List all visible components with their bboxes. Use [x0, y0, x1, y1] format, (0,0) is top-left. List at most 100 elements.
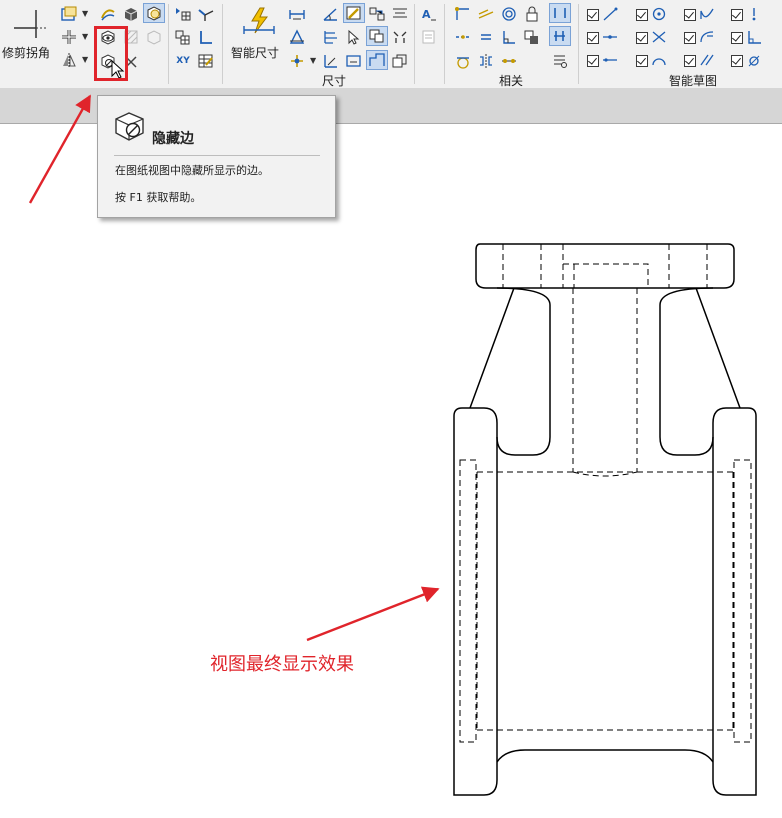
checkbox-checked[interactable]	[731, 9, 743, 21]
coordinate-button[interactable]: XY	[172, 51, 194, 71]
table-button[interactable]	[195, 51, 217, 71]
trim-corner-button[interactable]: 修剪拐角	[2, 2, 54, 62]
center-point-icon	[652, 7, 666, 21]
relation-options-button[interactable]	[549, 51, 571, 71]
dropdown-arrow-icon[interactable]: ▼	[82, 9, 88, 18]
table-pencil-icon	[198, 54, 213, 68]
relation-handle-button[interactable]	[549, 3, 571, 23]
grid-view-icon	[176, 8, 191, 21]
checkbox-checked[interactable]	[636, 32, 648, 44]
dropdown-arrow-icon[interactable]: ▼	[82, 55, 88, 64]
parallel-snap-icon	[700, 54, 714, 66]
parallel-icon	[478, 9, 494, 19]
wire-cube-icon	[147, 30, 161, 45]
move-button[interactable]	[58, 27, 80, 47]
checkbox-checked[interactable]	[684, 32, 696, 44]
relation-connect-button[interactable]	[452, 4, 474, 24]
mirror-button[interactable]	[58, 50, 80, 70]
tooltip-description: 在图纸视图中隐藏所显示的边。	[115, 164, 269, 177]
checkbox-checked[interactable]	[587, 32, 599, 44]
dimension-frame-icon	[346, 55, 361, 67]
view-button[interactable]	[172, 4, 194, 24]
dimension-pencil-button[interactable]	[343, 3, 365, 23]
shaded-cube-icon	[147, 6, 161, 21]
maintain-icon	[554, 31, 565, 41]
checkbox-checked[interactable]	[636, 9, 648, 21]
dimension-symmetric-icon	[289, 29, 305, 44]
checkbox-checked[interactable]	[684, 9, 696, 21]
relation-equal-button[interactable]	[475, 27, 497, 47]
tangent-curve-icon	[700, 8, 714, 19]
shading-icon	[101, 9, 115, 21]
trim-corner-icon	[14, 10, 46, 38]
part-drawing-view	[453, 243, 757, 796]
dimension-angle-button[interactable]	[320, 4, 342, 24]
relation-perpendicular-button[interactable]	[498, 27, 520, 47]
concentric-icon	[502, 7, 516, 21]
dimension-axis-button[interactable]	[286, 51, 308, 71]
text-style-icon: A	[422, 8, 436, 21]
trim-corner-label: 修剪拐角	[2, 46, 51, 60]
dimension-style-button[interactable]	[366, 4, 388, 24]
dimension-copy-button[interactable]	[366, 26, 388, 46]
tooltip-help: 按 F1 获取帮助。	[115, 191, 202, 204]
checkbox-checked[interactable]	[731, 55, 743, 67]
checkbox-checked[interactable]	[587, 9, 599, 21]
section-button[interactable]	[195, 4, 217, 24]
dimension-arrow-icon	[348, 29, 360, 45]
checkbox-checked[interactable]	[684, 55, 696, 67]
shading-button[interactable]	[97, 4, 119, 24]
dimension-offset-button[interactable]	[320, 51, 342, 71]
group-separator	[444, 4, 445, 84]
dimension-align-button[interactable]	[389, 4, 411, 24]
smart-dimension-button[interactable]: 智能尺寸	[228, 4, 286, 62]
relation-concentric-button[interactable]	[498, 4, 520, 24]
shaded-view-button[interactable]	[143, 3, 165, 23]
detail-view-button[interactable]	[172, 27, 194, 47]
symmetric-icon	[480, 54, 492, 68]
dimension-offset-icon	[324, 55, 337, 68]
relation-lock-button[interactable]	[521, 4, 543, 24]
endpoint-line-icon	[603, 7, 618, 21]
relation-horizontal-button[interactable]	[452, 27, 474, 47]
group-label-smart-sketch: 智能草图	[669, 74, 718, 88]
dimension-paste-icon	[392, 54, 407, 68]
hide-solid-button[interactable]	[120, 4, 142, 24]
dimension-frame-button[interactable]	[343, 51, 365, 71]
angle-icon	[200, 31, 212, 44]
checkbox-checked[interactable]	[731, 32, 743, 44]
smart-dimension-icon	[243, 7, 275, 34]
dimension-stack-button[interactable]	[320, 27, 342, 47]
note-button[interactable]	[418, 27, 440, 47]
perpendicular-snap-icon	[748, 31, 761, 44]
vertical-icon	[752, 8, 756, 21]
checkbox-checked[interactable]	[636, 55, 648, 67]
dimension-copy-icon	[369, 29, 384, 43]
relation-collinear-button[interactable]	[498, 51, 520, 71]
dimension-box-icon	[369, 53, 385, 66]
dropdown-arrow-icon[interactable]: ▼	[82, 32, 88, 41]
dimension-style-icon	[369, 7, 385, 21]
wire-cube-button[interactable]	[143, 27, 165, 47]
relation-parallel-button[interactable]	[475, 4, 497, 24]
tooltip-title: 隐藏边	[152, 131, 194, 147]
dimension-box-button[interactable]	[366, 50, 388, 70]
text-style-button[interactable]: A	[418, 4, 440, 24]
relation-symmetric-button[interactable]	[475, 51, 497, 71]
smart-dimension-label: 智能尺寸	[231, 46, 280, 60]
relation-maintain-button[interactable]	[549, 26, 571, 46]
offset-button[interactable]	[58, 4, 80, 24]
dimension-arrow-button[interactable]	[343, 27, 365, 47]
dimension-distance-button[interactable]	[286, 4, 308, 24]
checkbox-checked[interactable]	[587, 55, 599, 67]
dropdown-arrow-icon[interactable]: ▼	[310, 56, 316, 65]
group-separator	[414, 4, 415, 84]
xy-label: XY	[176, 56, 190, 66]
dimension-symmetric-button[interactable]	[286, 27, 308, 47]
relation-rigid-button[interactable]	[521, 27, 543, 47]
relation-tangent-button[interactable]	[452, 51, 474, 71]
angle-button[interactable]	[195, 27, 217, 47]
dimension-paste-button[interactable]	[389, 51, 411, 71]
dimension-scale-button[interactable]	[389, 27, 411, 47]
note-icon	[422, 30, 435, 44]
